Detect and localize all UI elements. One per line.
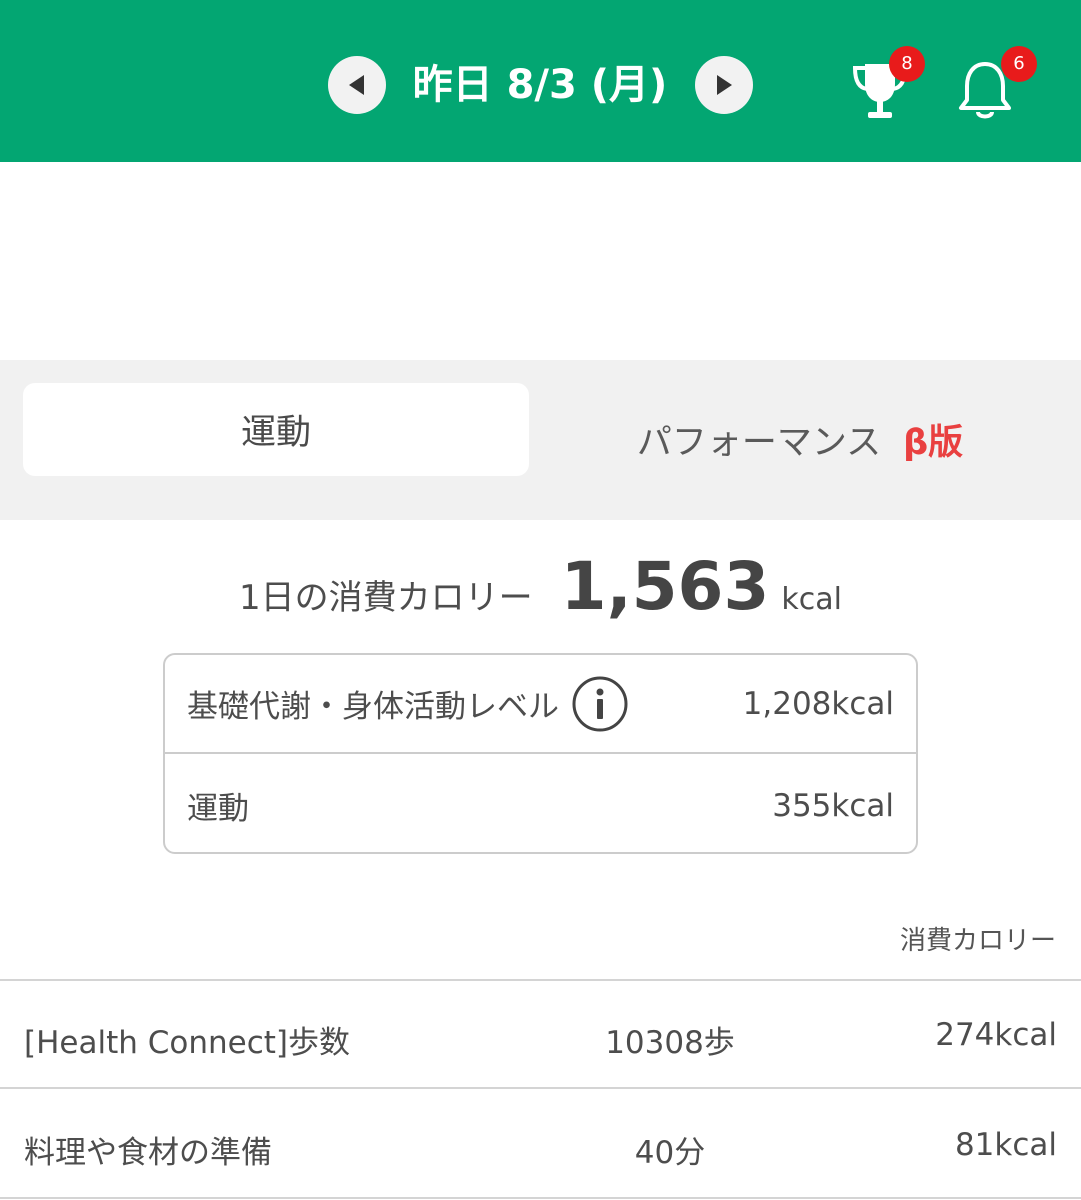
activity-kcal: 274kcal	[935, 1017, 1057, 1053]
tab-exercise-label: 運動	[240, 413, 311, 453]
daily-calorie-total: 1日の消費カロリー 1,563 kcal	[0, 548, 1081, 638]
activity-row[interactable]: [Health Connect]歩数 10308歩 274kcal	[0, 981, 1081, 1089]
total-unit: kcal	[781, 582, 842, 617]
total-value: 1,563	[560, 548, 770, 625]
chevron-right-icon	[717, 75, 732, 95]
breakdown-label: 運動	[187, 791, 249, 827]
activity-name: 料理や食材の準備	[24, 1135, 272, 1171]
calorie-breakdown-card: 基礎代謝・身体活動レベル 1,208kcal 運動 355kcal	[163, 653, 918, 854]
notification-badge: 6	[1001, 46, 1037, 82]
activity-amount: 10308歩	[605, 1025, 735, 1061]
activity-name: [Health Connect]歩数	[24, 1025, 351, 1061]
breakdown-value: 355kcal	[772, 787, 894, 824]
breakdown-label: 基礎代謝・身体活動レベル	[187, 689, 559, 725]
tab-exercise[interactable]: 運動	[23, 383, 529, 476]
activity-amount: 40分	[634, 1135, 706, 1171]
trophy-badge: 8	[889, 46, 925, 82]
chevron-left-icon	[349, 75, 364, 95]
activity-row[interactable]: 料理や食材の準備 40分 81kcal	[0, 1091, 1081, 1199]
tab-performance-label: パフォーマンス	[636, 423, 882, 463]
activity-kcal: 81kcal	[954, 1127, 1057, 1163]
info-icon[interactable]	[571, 675, 629, 733]
total-label: 1日の消費カロリー	[239, 578, 533, 618]
breakdown-value: 1,208kcal	[742, 685, 894, 722]
tab-performance[interactable]: パフォーマンス β版	[560, 393, 1040, 486]
beta-label: β版	[903, 423, 964, 463]
date-title: 昨日 8/3 (月)	[412, 62, 668, 108]
next-day-button[interactable]	[695, 56, 753, 114]
breakdown-row-exercise: 運動 355kcal	[165, 756, 916, 855]
notification-button[interactable]: 6	[950, 46, 1037, 136]
app-root: 昨日 8/3 (月) 8 6 運動 パフォーマンス β版 1日の消費カロリー 1…	[0, 0, 1081, 1200]
previous-day-button[interactable]	[328, 56, 386, 114]
top-header: 昨日 8/3 (月) 8 6	[0, 0, 1081, 162]
tab-bar: 運動 パフォーマンス β版	[0, 360, 1081, 520]
calorie-column-header: 消費カロリー	[899, 926, 1056, 956]
breakdown-row-basal: 基礎代謝・身体活動レベル 1,208kcal	[165, 655, 916, 754]
trophy-button[interactable]: 8	[845, 46, 925, 136]
